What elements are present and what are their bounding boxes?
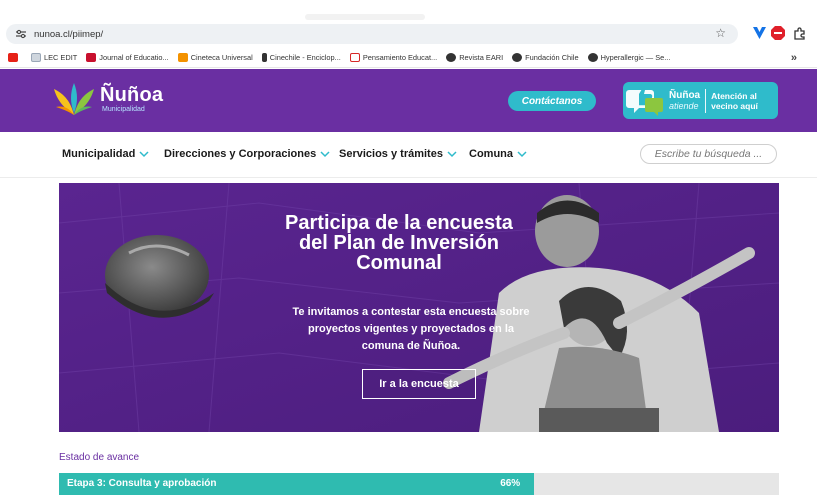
nav-item-label: Municipalidad <box>62 148 136 160</box>
bookmark-label: LEC EDIT <box>44 53 78 62</box>
logo-name: Ñuñoa <box>100 83 164 106</box>
bookmark-pensamiento-educativo[interactable]: Pensamiento Educat... <box>349 53 438 62</box>
bookmark-lec-edit[interactable]: LEC EDIT <box>31 53 77 62</box>
more-bookmarks-chevron-icon[interactable]: » <box>791 52 797 64</box>
atiende-brand-sub: atiende <box>669 101 699 111</box>
nav-item-direcciones-corporaciones[interactable]: Direcciones y Corporaciones <box>164 148 330 160</box>
bookmark-label: Revista EARI <box>459 53 504 62</box>
logo-subtitle: Municipalidad <box>102 105 145 113</box>
bookmark-label: Cinechile - Enciclop... <box>269 53 341 62</box>
adblock-extension-icon[interactable] <box>770 25 786 41</box>
go-to-survey-button[interactable]: Ir a la encuesta <box>362 369 476 399</box>
progress-section-label: Estado de avance <box>59 452 140 463</box>
nunoa-leaf-logo-icon <box>54 83 94 115</box>
nunoa-atiende-banner[interactable]: Ñuñoa atiende Atención al vecino aquí <box>623 82 778 119</box>
progress-bar-fill: Etapa 3: Consulta y aprobación 66% <box>59 473 535 495</box>
site-info-icon[interactable] <box>14 28 28 40</box>
cinechile-icon <box>261 53 267 62</box>
nav-item-label: Direcciones y Corporaciones <box>164 148 317 160</box>
globe-icon <box>512 53 523 62</box>
search-input[interactable] <box>646 148 771 160</box>
hero-title-line: Comunal <box>356 252 442 274</box>
cineteca-icon <box>177 53 188 62</box>
bookmark-fundacion-chile[interactable]: Fundación Chile <box>512 53 579 62</box>
atiende-brand-name: Ñuñoa <box>669 90 701 101</box>
bookmark-label: Journal of Educatio... <box>99 53 169 62</box>
bookmark-label: Pensamiento Educat... <box>362 53 438 62</box>
youtube-icon <box>8 53 18 62</box>
chevron-down-icon <box>517 151 527 158</box>
bookmark-label: Hyperallergic — Se... <box>600 53 671 62</box>
browser-tab-strip <box>0 0 817 22</box>
nav-item-comuna[interactable]: Comuna <box>469 148 527 160</box>
extensions-puzzle-icon[interactable] <box>791 25 807 41</box>
hero-body-line: comuna de Ñuñoa. <box>361 340 461 352</box>
nav-item-municipalidad[interactable]: Municipalidad <box>62 148 149 160</box>
bookmark-cinechile[interactable]: Cinechile - Enciclop... <box>261 53 341 62</box>
progress-stage-label: Etapa 3: Consulta y aprobación <box>67 478 217 489</box>
atiende-line-2: vecino aquí <box>711 100 758 111</box>
survey-hero-banner: Participa de la encuesta del Plan de Inv… <box>59 183 779 432</box>
chevron-down-icon <box>447 151 457 158</box>
hero-description: Te invitamos a contestar esta encuesta s… <box>281 304 541 355</box>
hero-body-line: Te invitamos a contestar esta encuesta s… <box>292 306 530 318</box>
tab-strip-shadow <box>305 14 425 20</box>
progress-bar: Etapa 3: Consulta y aprobación 66% <box>59 473 779 495</box>
lec-edit-icon <box>31 53 41 62</box>
atiende-line-1: Atención al <box>711 90 757 101</box>
bookmark-revista-eari[interactable]: Revista EARI <box>446 53 503 62</box>
bookmark-label: Fundación Chile <box>525 53 579 62</box>
bookmark-hyperallergic[interactable]: Hyperallergic — Se... <box>587 53 671 62</box>
bookmark-label: Cineteca Universal <box>190 53 253 62</box>
vuejs-extension-icon[interactable] <box>751 25 767 41</box>
chevron-down-icon <box>139 151 149 158</box>
nunoa-logo[interactable]: Ñuñoa Municipalidad <box>52 81 163 117</box>
bookmarks-bar: LEC EDIT Journal of Educatio... Cineteca… <box>0 48 817 68</box>
contact-button[interactable]: Contáctanos <box>508 91 596 111</box>
site-search[interactable] <box>640 144 777 164</box>
bookmark-star-icon[interactable]: ☆ <box>715 26 726 40</box>
hero-body-line: proyectos vigentes y proyectados en la <box>307 323 515 335</box>
address-bar-url[interactable]: nunoa.cl/piimep/ <box>34 29 103 40</box>
progress-percent-label: 66% <box>500 478 521 489</box>
hero-title-line: del Plan de Inversión <box>298 232 500 254</box>
address-bar[interactable]: nunoa.cl/piimep/ ☆ <box>6 24 738 44</box>
bookmark-cineteca-universal[interactable]: Cineteca Universal <box>177 53 253 62</box>
hero-title: Participa de la encuesta del Plan de Inv… <box>269 213 529 273</box>
nav-item-label: Comuna <box>469 148 513 160</box>
thumbs-up-chat-icon <box>626 88 663 116</box>
nav-item-label: Servicios y trámites <box>339 148 443 160</box>
bookmark-youtube[interactable] <box>8 53 21 62</box>
atiende-divider <box>705 88 707 113</box>
journal-icon <box>86 53 97 62</box>
bookmark-journal-of-education[interactable]: Journal of Educatio... <box>86 53 169 62</box>
site-header: Ñuñoa Municipalidad Contáctanos Ñuñoa at… <box>0 69 817 132</box>
globe-icon <box>587 53 598 62</box>
pensamiento-icon <box>349 53 360 62</box>
chevron-down-icon <box>320 151 330 158</box>
browser-toolbar: nunoa.cl/piimep/ ☆ <box>0 22 817 46</box>
nav-item-servicios-tramites[interactable]: Servicios y trámites <box>339 148 457 160</box>
globe-icon <box>446 53 457 62</box>
hero-title-line: Participa de la encuesta <box>285 212 513 234</box>
